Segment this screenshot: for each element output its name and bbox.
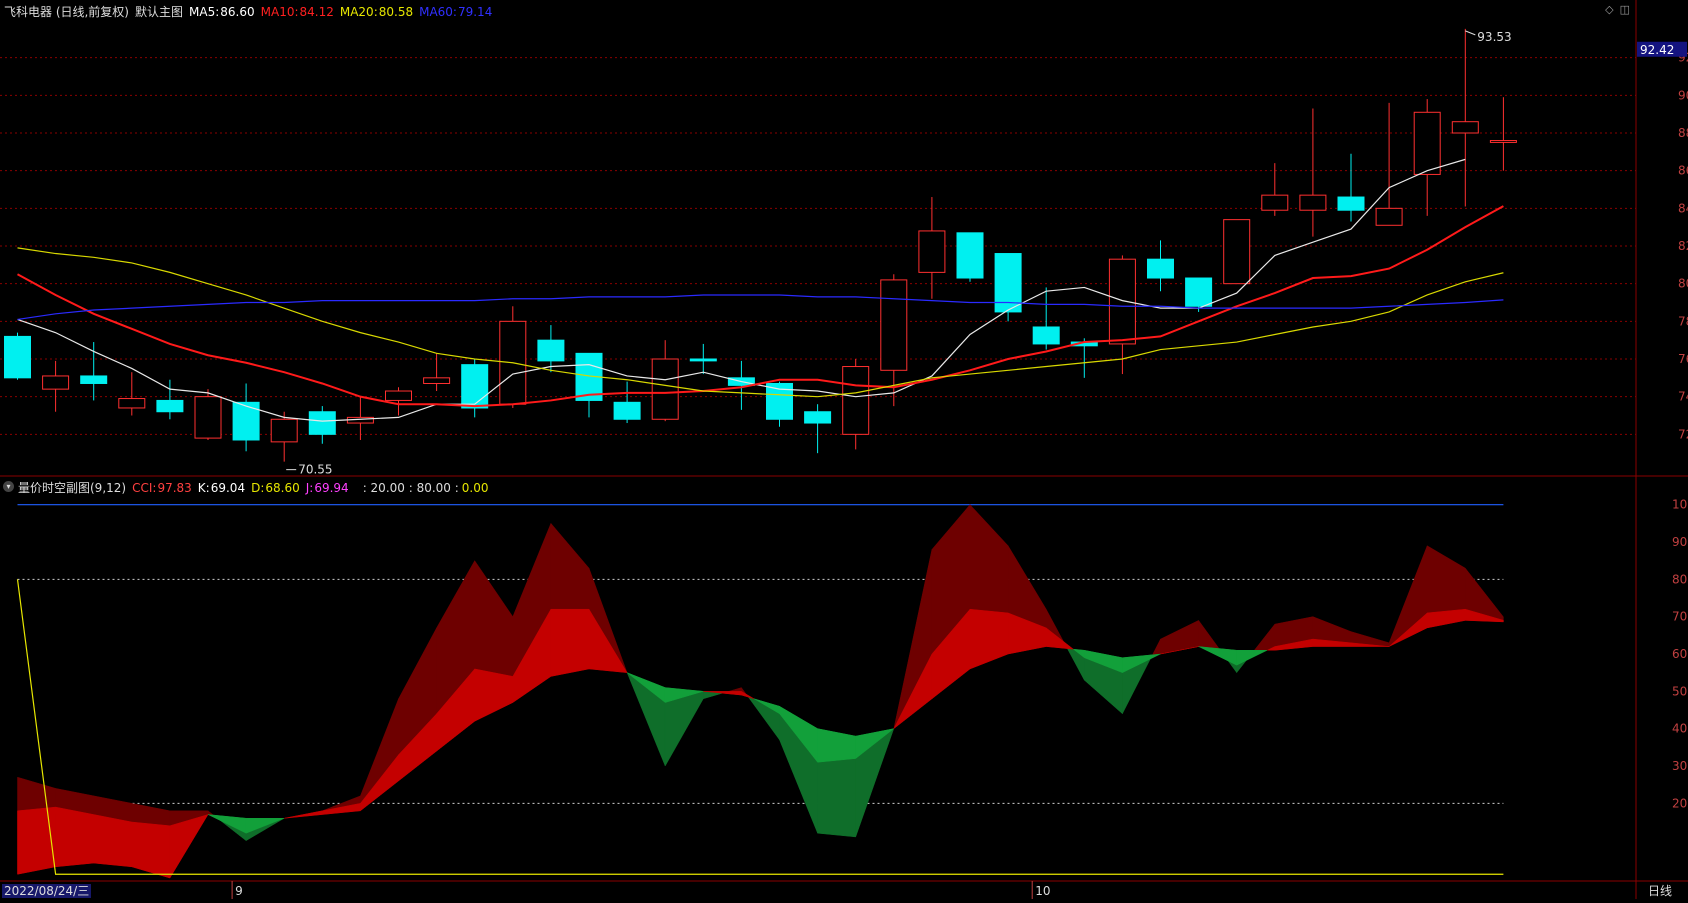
main-y-tick-label: 88.00 bbox=[1678, 126, 1688, 140]
candle-body bbox=[461, 364, 489, 409]
candle-body bbox=[118, 398, 146, 409]
collapse-icon[interactable]: ▾ bbox=[3, 481, 14, 492]
j-value: 69.94 bbox=[314, 480, 349, 495]
candle-body bbox=[1261, 194, 1289, 211]
candle-body bbox=[613, 401, 641, 420]
main-y-tick-label: 80.00 bbox=[1678, 277, 1688, 291]
candle-body bbox=[42, 375, 70, 390]
candle-body bbox=[1375, 207, 1403, 226]
d-label: D: bbox=[251, 480, 265, 495]
sub-y-tick-label: 100.00 bbox=[1672, 498, 1688, 512]
level-values: : 20.00 : 80.00 : bbox=[362, 480, 459, 495]
candle-body bbox=[1299, 194, 1327, 211]
candle-body bbox=[4, 335, 31, 379]
main-y-tick-label: 90.00 bbox=[1678, 88, 1688, 102]
main-y-tick-label: 82.00 bbox=[1678, 239, 1688, 253]
j-label: J: bbox=[305, 480, 314, 495]
main-y-tick-label: 78.00 bbox=[1678, 314, 1688, 328]
candle-body bbox=[1032, 326, 1060, 345]
candle-body bbox=[156, 399, 184, 413]
main-y-tick-label: 74.00 bbox=[1678, 390, 1688, 404]
ma10-label: MA10: bbox=[260, 4, 299, 19]
candle-body bbox=[689, 358, 717, 362]
ma60-label: MA60: bbox=[419, 4, 457, 19]
main-y-tick-label: 84.00 bbox=[1678, 201, 1688, 215]
ma5-value: 86.60 bbox=[220, 4, 255, 19]
maximize-icon[interactable]: ◫ bbox=[1620, 3, 1630, 16]
ma5-label: MA5: bbox=[189, 4, 220, 19]
sub-title[interactable]: 量价时空副图(9,12) bbox=[18, 479, 126, 496]
candle-body bbox=[537, 339, 565, 362]
sub-y-tick-label: 90.00 bbox=[1672, 535, 1688, 549]
candle-body bbox=[1185, 277, 1213, 307]
candle-body bbox=[1147, 258, 1174, 279]
chart-stage: 72.00 74.00 76.00 78.00 80.00 82.00 84.00 86.00… bbox=[0, 0, 1688, 899]
main-chart-header: 飞科电器 (日线,前复权) 默认主图 MA5: 86.60 MA10: 84.1… bbox=[4, 3, 492, 20]
ma10-value: 84.12 bbox=[299, 4, 334, 19]
sub-y-tick-label: 80.00 bbox=[1672, 572, 1688, 586]
candle-body bbox=[651, 358, 679, 420]
stock-title[interactable]: 飞科电器 (日线,前复权) bbox=[4, 3, 129, 20]
candle-body bbox=[1108, 258, 1136, 345]
min-price-label: 70.55 bbox=[298, 463, 332, 477]
ma20-label: MA20: bbox=[339, 4, 378, 19]
candle-body bbox=[1413, 111, 1441, 175]
k-d-band bbox=[55, 806, 94, 868]
candle-body bbox=[80, 375, 108, 384]
sub-y-tick-label: 30.00 bbox=[1672, 759, 1688, 773]
k-d-band bbox=[17, 806, 56, 875]
ma60-value: 79.14 bbox=[457, 4, 493, 19]
sub-y-tick-label: 20.00 bbox=[1672, 796, 1688, 810]
main-y-tick-label: 86.00 bbox=[1678, 164, 1688, 178]
sub-y-tick-label: 40.00 bbox=[1672, 722, 1688, 736]
diamond-icon[interactable]: ◇ bbox=[1605, 3, 1613, 16]
d-value: 68.60 bbox=[265, 480, 300, 495]
candle-body bbox=[194, 396, 222, 439]
candle-body bbox=[880, 279, 908, 371]
candle-body bbox=[918, 230, 946, 273]
sub-y-tick-label: 70.00 bbox=[1672, 610, 1688, 624]
sub-y-tick-label: 60.00 bbox=[1672, 647, 1688, 661]
main-y-tick-label: 76.00 bbox=[1678, 352, 1688, 366]
cci-label: CCI: bbox=[132, 480, 157, 495]
candle-body bbox=[1451, 121, 1479, 134]
sub-chart-header: 量价时空副图(9,12) CCI: 97.83 K: 69.04 D: 68.6… bbox=[18, 479, 489, 496]
window-controls: ◇ ◫ bbox=[1605, 3, 1630, 16]
start-date-label: 2022/08/24/三 bbox=[2, 884, 92, 898]
x-tick-label: 9 bbox=[235, 884, 243, 898]
last-value: 0.00 bbox=[461, 480, 489, 495]
candle-body bbox=[842, 366, 870, 435]
candle-body bbox=[232, 401, 260, 441]
k-d-band bbox=[93, 814, 133, 868]
sub-y-tick-label: 50.00 bbox=[1672, 684, 1688, 698]
candle-body bbox=[956, 232, 984, 279]
k-d-band bbox=[550, 608, 590, 677]
stock-chart-canvas: 72.00 74.00 76.00 78.00 80.00 82.00 84.00 86.00… bbox=[0, 0, 1688, 899]
candle-body bbox=[385, 390, 412, 401]
candle-body bbox=[804, 411, 832, 424]
main-y-tick-label: 72.00 bbox=[1678, 427, 1688, 441]
candle-body bbox=[1223, 219, 1251, 285]
period-label[interactable]: 日线 bbox=[1648, 882, 1672, 899]
candle-body bbox=[423, 377, 451, 384]
candle-body bbox=[308, 411, 336, 435]
k-value: 69.04 bbox=[210, 480, 246, 495]
template-name[interactable]: 默认主图 bbox=[135, 3, 183, 20]
candle-body bbox=[1337, 196, 1365, 211]
price-tag-label: 92.42 bbox=[1640, 43, 1674, 57]
cci-value: 97.83 bbox=[157, 480, 192, 495]
k-label: K: bbox=[197, 480, 210, 495]
candle-body bbox=[270, 418, 298, 443]
max-price-label: 93.53 bbox=[1477, 30, 1511, 44]
x-tick-label: 10 bbox=[1035, 884, 1050, 898]
candle-body bbox=[1489, 140, 1517, 143]
ma20-value: 80.58 bbox=[378, 4, 414, 19]
